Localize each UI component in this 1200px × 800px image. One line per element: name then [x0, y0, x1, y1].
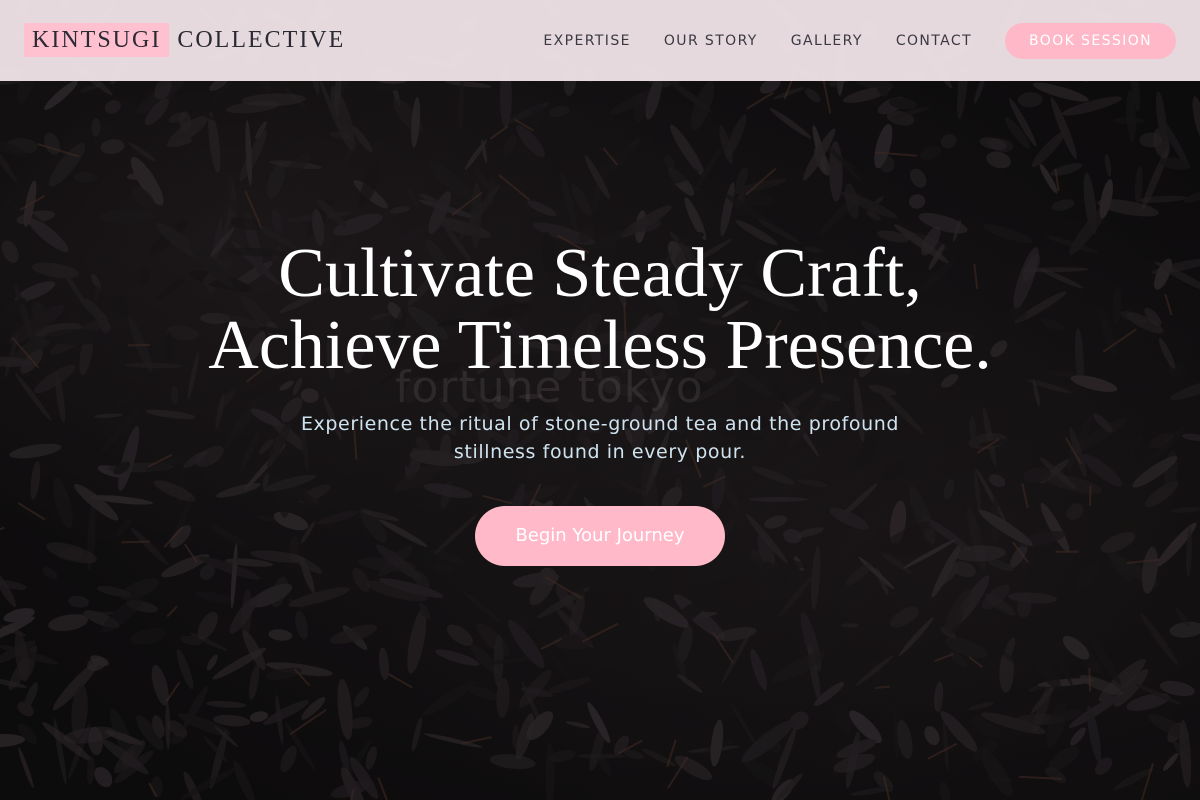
hero-title-line-2: Achieve Timeless Presence. [208, 307, 992, 384]
logo-text: COLLECTIVE [177, 27, 346, 53]
brand-logo[interactable]: KINTSUGI COLLECTIVE [24, 23, 345, 57]
logo-mark: KINTSUGI [24, 23, 170, 57]
landing-page: fortune tokyo KINTSUGI COLLECTIVE EXPERT… [0, 0, 1200, 800]
hero-title-line-1: Cultivate Steady Craft, [278, 235, 922, 312]
nav-link-contact[interactable]: CONTACT [896, 33, 972, 49]
nav-links: EXPERTISE OUR STORY GALLERY CONTACT BOOK… [543, 0, 1176, 81]
nav-link-expertise[interactable]: EXPERTISE [543, 33, 630, 49]
hero-title: Cultivate Steady Craft, Achieve Timeless… [0, 238, 1200, 382]
book-session-button[interactable]: BOOK SESSION [1005, 22, 1176, 59]
nav-link-our-story[interactable]: OUR STORY [664, 33, 758, 49]
begin-journey-button[interactable]: Begin Your Journey [475, 506, 725, 566]
top-navigation-bar: KINTSUGI COLLECTIVE EXPERTISE OUR STORY … [0, 0, 1200, 81]
hero-subtitle: Experience the ritual of stone-ground te… [300, 413, 900, 463]
nav-link-gallery[interactable]: GALLERY [791, 33, 863, 49]
hero-section: Cultivate Steady Craft, Achieve Timeless… [0, 238, 1200, 566]
